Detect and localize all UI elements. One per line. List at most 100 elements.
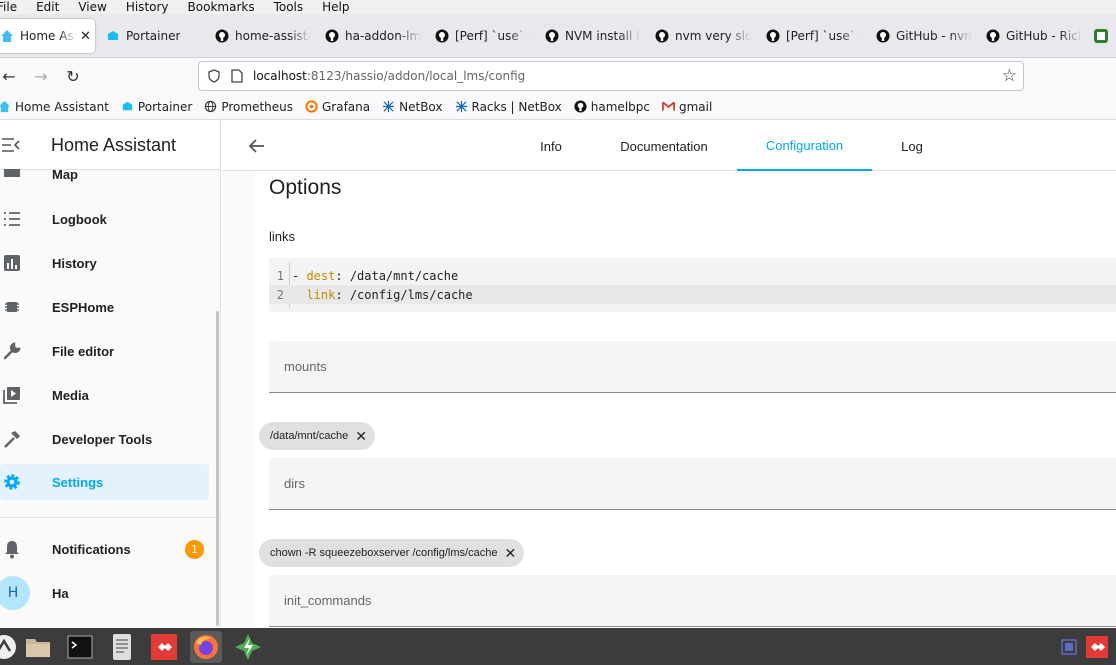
url-host: localhost <box>253 69 307 83</box>
sidebar-item-file-editor[interactable]: File editor <box>0 333 209 369</box>
tab-github-3[interactable]: [Perf] `use` / <box>435 19 531 53</box>
sidebar-item-logbook[interactable]: Logbook <box>0 201 209 237</box>
sidebar-title: Home Assistant <box>51 135 177 155</box>
sidebar-item-user[interactable]: H Ha <box>0 575 209 611</box>
tab-github-5[interactable]: nvm very slow <box>655 19 751 53</box>
file-manager-icon[interactable] <box>22 631 54 663</box>
links-yaml-editor[interactable]: 1 - dest: /data/mnt/cache 2 link: /confi… <box>269 258 1116 312</box>
sidebar-item-map[interactable]: Map <box>0 159 209 193</box>
firefox-icon[interactable] <box>190 631 222 663</box>
tab-github-8[interactable]: GitHub - Rich <box>986 19 1082 53</box>
bookmark-home-assistant[interactable]: Home Assistant <box>0 100 109 114</box>
tab-home-assistant[interactable]: Home Assistant ✕ <box>0 19 95 53</box>
wrench-icon <box>2 341 22 361</box>
bookmark-racks-netbox[interactable]: Racks | NetBox <box>455 100 562 114</box>
tab-configuration[interactable]: Configuration <box>737 121 872 171</box>
app-icon <box>1094 29 1108 43</box>
github-icon <box>986 29 1000 43</box>
text-editor-icon[interactable] <box>106 631 138 663</box>
sidebar-item-notifications[interactable]: Notifications 1 <box>0 531 209 567</box>
history-icon <box>2 253 22 273</box>
browser-tab-bar: Home Assistant ✕ Portainer home-assistan… <box>0 14 1116 58</box>
tab-github-4[interactable]: NVM install hangs <box>545 19 641 53</box>
home-assistant-icon <box>0 100 11 113</box>
sidebar-item-esphome[interactable]: ESPHome <box>0 289 209 325</box>
bookmark-hamelbpc[interactable]: hamelbpc <box>574 100 650 114</box>
shield-icon <box>208 69 220 83</box>
back-icon[interactable]: ← <box>0 67 18 86</box>
tab-log[interactable]: Log <box>872 121 952 171</box>
chip-remove-icon[interactable]: ✕ <box>355 428 367 445</box>
github-icon <box>325 29 339 43</box>
tab-portainer[interactable]: Portainer <box>106 19 202 53</box>
bookmark-portainer[interactable]: Portainer <box>121 100 192 114</box>
logbook-icon <box>2 209 22 229</box>
netbox-icon <box>383 100 395 113</box>
reload-icon[interactable]: ↻ <box>64 67 82 86</box>
bookmark-grafana[interactable]: Grafana <box>305 100 370 114</box>
terminal-icon[interactable] <box>64 631 96 663</box>
tab-github-6[interactable]: [Perf] `use` / <box>766 19 862 53</box>
menu-tools[interactable]: Tools <box>274 1 304 13</box>
bookmark-prometheus[interactable]: Prometheus <box>204 100 293 114</box>
github-icon <box>655 29 669 43</box>
netbox-icon <box>455 100 467 113</box>
dirs-field[interactable]: dirs <box>269 458 1116 510</box>
forward-icon[interactable]: → <box>32 67 50 86</box>
media-icon <box>2 385 22 405</box>
options-card: Options links 1 - dest: /data/mnt/cache … <box>255 171 1116 628</box>
options-title: Options <box>269 176 342 199</box>
anydesk-icon[interactable] <box>148 631 180 663</box>
tab-documentation[interactable]: Documentation <box>604 121 724 171</box>
github-icon <box>766 29 780 43</box>
dirs-chip[interactable]: /data/mnt/cache ✕ <box>259 422 376 450</box>
menu-view[interactable]: View <box>78 1 106 13</box>
sidebar-scrollbar[interactable] <box>216 311 219 626</box>
init-commands-field[interactable]: init_commands <box>269 575 1116 627</box>
anydesk-tray-icon[interactable] <box>1082 631 1112 663</box>
links-label: links <box>269 229 296 244</box>
github-icon <box>545 29 559 43</box>
tray-icon[interactable] <box>1058 631 1080 663</box>
back-arrow-icon[interactable] <box>247 136 267 156</box>
bookmark-netbox[interactable]: NetBox <box>382 100 443 114</box>
mounts-field[interactable]: mounts <box>269 341 1116 393</box>
sidebar-item-developer-tools[interactable]: Developer Tools <box>0 421 209 457</box>
chip-icon <box>2 297 22 317</box>
url-path: :8123/hassio/addon/local_lms/config <box>306 69 526 83</box>
menu-help[interactable]: Help <box>322 1 349 13</box>
tab-info[interactable]: Info <box>506 121 596 171</box>
sidebar-item-media[interactable]: Media <box>0 377 209 413</box>
code-line: 1 - dest: /data/mnt/cache <box>276 268 459 283</box>
bookmark-gmail[interactable]: gmail <box>662 100 712 114</box>
avatar: H <box>0 576 30 610</box>
init-commands-chip[interactable]: chown -R squeezeboxserver /config/lms/ca… <box>259 539 525 567</box>
url-bar[interactable]: localhost:8123/hassio/addon/local_lms/co… <box>198 61 1024 91</box>
close-tab-icon[interactable]: ✕ <box>80 29 91 44</box>
portainer-icon <box>108 31 118 40</box>
app-launcher-icon[interactable] <box>232 631 264 663</box>
start-menu-icon[interactable] <box>0 631 20 663</box>
sidebar-item-history[interactable]: History <box>0 245 209 281</box>
tab-overflow[interactable] <box>1094 19 1116 53</box>
portainer-icon <box>122 101 133 111</box>
menu-collapse-icon[interactable] <box>2 138 20 152</box>
github-icon <box>876 29 890 43</box>
menu-bookmarks[interactable]: Bookmarks <box>188 1 255 13</box>
github-icon <box>215 29 229 43</box>
sidebar-item-settings[interactable]: Settings <box>0 464 209 500</box>
menu-file[interactable]: File <box>0 1 17 13</box>
map-icon <box>2 163 22 183</box>
globe-icon <box>205 100 217 113</box>
page-icon <box>231 69 243 83</box>
menu-history[interactable]: History <box>126 1 169 13</box>
tab-github-1[interactable]: home-assistant <box>215 19 311 53</box>
tab-github-7[interactable]: GitHub - nvm <box>876 19 972 53</box>
tab-github-2[interactable]: ha-addon-lms <box>325 19 421 53</box>
sidebar-divider <box>0 517 220 518</box>
home-assistant-icon <box>1 30 13 42</box>
menu-edit[interactable]: Edit <box>36 1 59 13</box>
sidebar: Home Assistant Map Logbook History ESPHo… <box>0 121 221 628</box>
chip-remove-icon[interactable]: ✕ <box>504 545 516 562</box>
bookmark-star-icon[interactable]: ☆ <box>1002 66 1017 86</box>
